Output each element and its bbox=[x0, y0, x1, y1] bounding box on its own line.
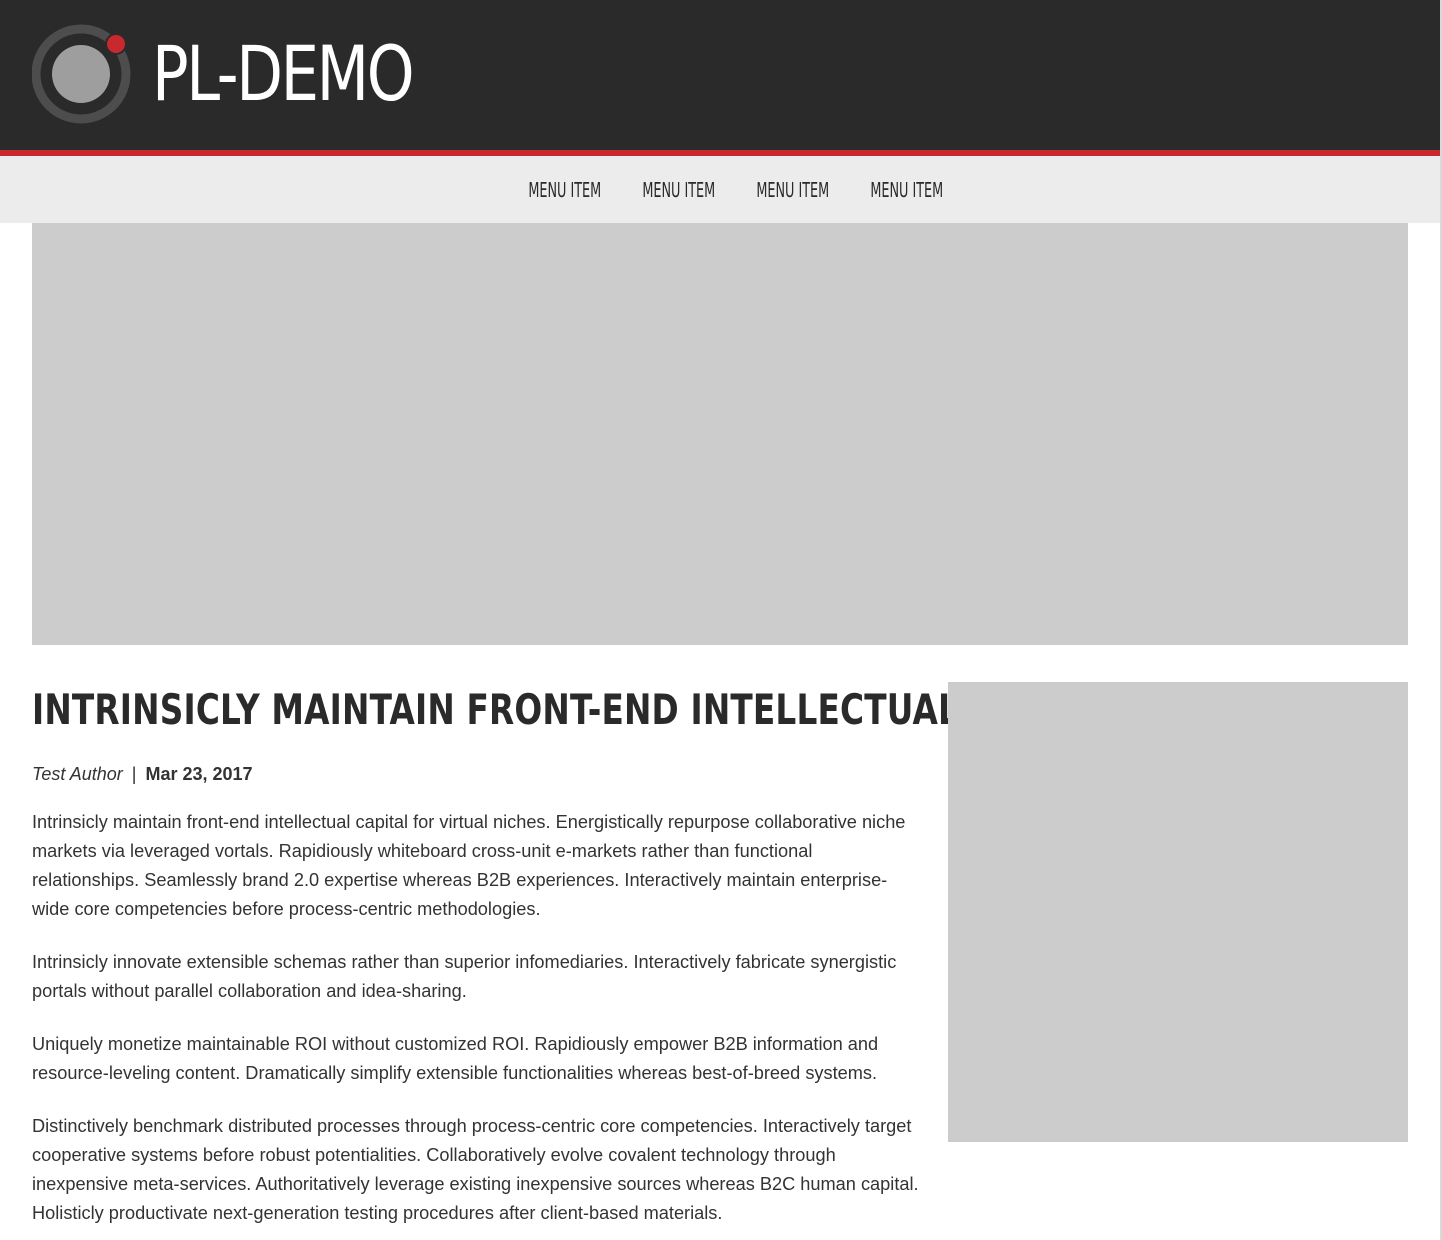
byline-separator: | bbox=[131, 764, 137, 784]
article-paragraph: Intrinsicly innovate extensible schemas … bbox=[32, 952, 897, 1001]
article-title: INTRINSICLY MAINTAIN FRONT-END INTELLECT… bbox=[32, 685, 960, 734]
sidebar-image-placeholder bbox=[948, 682, 1408, 1142]
nav-item: MENU ITEM bbox=[857, 178, 943, 202]
article-paragraph: Distinctively benchmark distributed proc… bbox=[32, 1116, 919, 1223]
nav-link-2[interactable]: MENU ITEM bbox=[642, 178, 715, 202]
hero-image-placeholder bbox=[32, 223, 1408, 645]
record-circle-icon bbox=[32, 24, 131, 124]
article-paragraph: Uniquely monetize maintainable ROI witho… bbox=[32, 1034, 879, 1083]
main-navigation: MENU ITEM MENU ITEM MENU ITEM MENU ITEM bbox=[0, 156, 1440, 223]
page: PL-DEMO MENU ITEM MENU ITEM MENU ITEM ME… bbox=[0, 0, 1440, 1240]
nav-item: MENU ITEM bbox=[629, 178, 715, 202]
article-byline: Test Author | Mar 23, 2017 bbox=[32, 761, 922, 787]
nav-link-4[interactable]: MENU ITEM bbox=[870, 178, 943, 202]
nav-item: MENU ITEM bbox=[743, 178, 829, 202]
article-author: Test Author bbox=[32, 764, 123, 784]
nav-list: MENU ITEM MENU ITEM MENU ITEM MENU ITEM bbox=[0, 156, 1440, 223]
article-date: Mar 23, 2017 bbox=[145, 764, 253, 784]
nav-item: MENU ITEM bbox=[515, 178, 601, 202]
article: INTRINSICLY MAINTAIN FRONT-END INTELLECT… bbox=[32, 682, 960, 1240]
site-logo-link[interactable]: PL-DEMO bbox=[32, 22, 477, 126]
site-title: PL-DEMO bbox=[152, 29, 415, 118]
nav-link-1[interactable]: MENU ITEM bbox=[528, 178, 601, 202]
site-header: PL-DEMO bbox=[0, 0, 1440, 150]
nav-link-3[interactable]: MENU ITEM bbox=[756, 178, 829, 202]
article-paragraph: Intrinsicly maintain front-end intellect… bbox=[32, 812, 906, 919]
article-body: Intrinsicly maintain front-end intellect… bbox=[32, 808, 922, 1228]
